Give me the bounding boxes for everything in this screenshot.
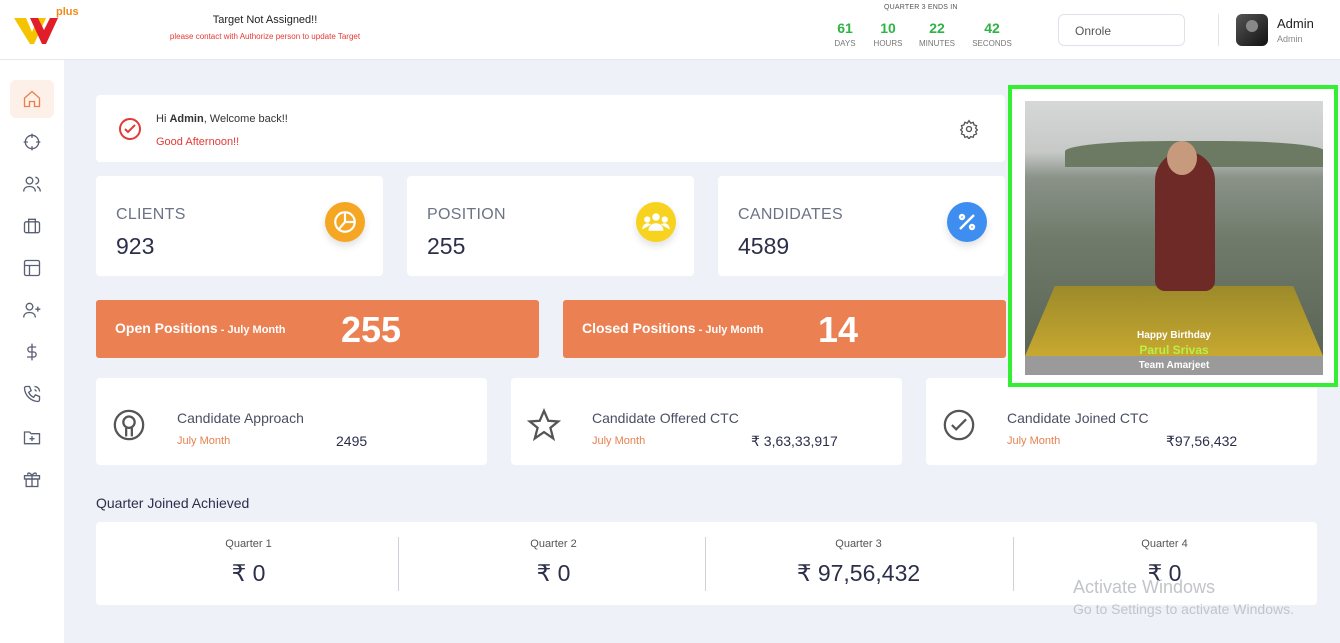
countdown-hours: 10 HOURS (873, 20, 903, 48)
gift-icon (23, 472, 41, 488)
sidebar-item-folder[interactable] (10, 418, 54, 456)
employment-type-select[interactable]: Onrole (1058, 14, 1185, 46)
quarter-3: Quarter 3 ₹ 97,56,432 (796, 538, 921, 586)
welcome-user: Admin (169, 113, 204, 125)
candidate-joined-month: July Month (1007, 435, 1061, 447)
candidate-offered-card[interactable]: Candidate Offered CTC July Month ₹ 3,63,… (511, 378, 902, 465)
sidebar-item-calls[interactable] (10, 375, 54, 413)
candidate-joined-value: ₹97,56,432 (1166, 433, 1238, 449)
sidebar-item-finance[interactable] (10, 333, 54, 371)
layout-icon (23, 259, 41, 277)
activation-watermark-title: Activate Windows (1073, 577, 1216, 597)
countdown-days: 61 DAYS (834, 20, 856, 48)
target-title: Target Not Assigned!! (212, 14, 318, 26)
candidates-value: 4589 (738, 233, 790, 259)
position-card[interactable]: POSITION 255 (407, 176, 694, 276)
birthday-team: Team Amarjeet (1025, 356, 1323, 375)
sidebar-item-target[interactable] (10, 123, 54, 161)
birthday-name: Parul Srivas (1139, 343, 1209, 356)
open-positions-banner[interactable]: Open Positions - July Month 255 (96, 300, 539, 358)
avatar[interactable] (1236, 14, 1268, 46)
folder-plus-icon (23, 431, 41, 445)
position-value: 255 (427, 233, 466, 259)
phone-call-icon (23, 385, 41, 403)
sidebar (0, 60, 64, 643)
clients-value: 923 (116, 233, 155, 259)
position-title: POSITION (427, 206, 506, 223)
candidate-approach-month: July Month (177, 435, 231, 447)
birthday-panel: Happy Birthday Parul Srivas Team Amarjee… (1008, 85, 1338, 387)
candidate-offered-month: July Month (592, 435, 646, 447)
briefcase-icon (23, 218, 41, 234)
user-role: Admin (1277, 34, 1303, 44)
welcome-card: Hi Admin, Welcome back!! Good Afternoon!… (96, 95, 1005, 162)
sidebar-item-add-user[interactable] (10, 291, 54, 329)
countdown-seconds: 42 SECONDS (972, 20, 1012, 48)
percent-icon (947, 202, 987, 242)
quarter-1: Quarter 1 ₹ 0 (225, 538, 272, 586)
greeting-text: Good Afternoon!! (156, 136, 240, 148)
users-icon (23, 176, 41, 192)
closed-positions-value: 14 (818, 309, 859, 350)
closed-positions-banner[interactable]: Closed Positions - July Month 14 (563, 300, 1006, 358)
candidate-approach-card[interactable]: Candidate Approach July Month 2495 (96, 378, 487, 465)
user-circle-icon (113, 409, 145, 441)
top-header: plus Target Not Assigned!! please contac… (0, 0, 1340, 60)
sidebar-item-briefcase[interactable] (10, 207, 54, 245)
birthday-photo: Happy Birthday Parul Srivas (1025, 101, 1323, 356)
dollar-icon (27, 343, 37, 361)
sidebar-item-users[interactable] (10, 165, 54, 203)
quarter-2: Quarter 2 ₹ 0 (530, 538, 577, 586)
target-icon (23, 133, 41, 151)
countdown-minutes: 22 MINUTES (919, 20, 955, 48)
candidate-offered-value: ₹ 3,63,33,917 (751, 433, 838, 449)
birthday-greeting: Happy Birthday (1137, 330, 1211, 341)
candidate-offered-title: Candidate Offered CTC (592, 410, 739, 426)
pie-chart-icon (325, 202, 365, 242)
welcome-text: Hi Admin, Welcome back!! (156, 113, 288, 125)
candidate-joined-card[interactable]: Candidate Joined CTC July Month ₹97,56,4… (926, 378, 1317, 465)
candidate-joined-title: Candidate Joined CTC (1007, 410, 1149, 426)
clients-title: CLIENTS (116, 206, 186, 223)
check-circle-icon (943, 409, 975, 441)
activation-watermark-subtitle: Go to Settings to activate Windows. (1073, 601, 1294, 617)
sidebar-item-layout[interactable] (10, 249, 54, 287)
star-icon (527, 408, 561, 442)
team-icon (636, 202, 676, 242)
check-circle-icon (119, 118, 141, 140)
logo-plus-text: plus (56, 6, 79, 18)
user-name[interactable]: Admin (1277, 16, 1314, 31)
clients-card[interactable]: CLIENTS 923 (96, 176, 383, 276)
header-divider (1218, 14, 1219, 46)
quarter-countdown-label: QUARTER 3 ENDS IN (884, 4, 958, 11)
closed-positions-label: Closed Positions - July Month (582, 320, 764, 336)
home-icon (23, 90, 41, 108)
candidate-approach-value: 2495 (336, 433, 368, 449)
user-plus-icon (23, 302, 41, 318)
quarter-divider (398, 537, 399, 591)
quarter-section-title: Quarter Joined Achieved (96, 495, 250, 511)
candidate-approach-title: Candidate Approach (177, 410, 304, 426)
target-subtitle: please contact with Authorize person to … (169, 32, 361, 41)
open-positions-label: Open Positions - July Month (115, 320, 286, 336)
target-message: Target Not Assigned!! please contact wit… (160, 14, 370, 41)
gear-icon[interactable] (959, 119, 979, 139)
sidebar-item-home[interactable] (10, 80, 54, 118)
open-positions-value: 255 (341, 309, 402, 350)
candidates-title: CANDIDATES (738, 206, 843, 223)
sidebar-item-gifts[interactable] (10, 460, 54, 498)
app-logo[interactable]: plus (12, 6, 92, 46)
candidates-card[interactable]: CANDIDATES 4589 (718, 176, 1005, 276)
